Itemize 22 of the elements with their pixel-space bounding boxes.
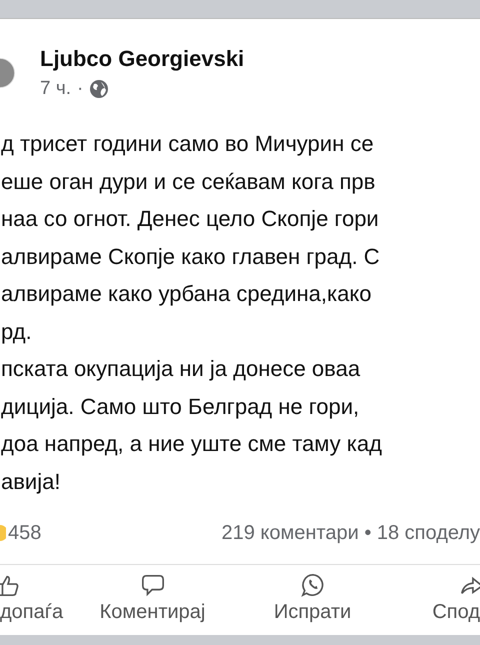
post-text-line: д трисет години само во Мичурин се <box>1 130 375 158</box>
comment-button[interactable]: Коментирај <box>80 565 225 631</box>
post-text-line: пската окупација ни ја донесе оваа <box>1 355 362 383</box>
chat-phone-icon <box>300 572 324 596</box>
send-button[interactable]: Испрати <box>225 565 400 631</box>
globe-icon <box>89 79 110 99</box>
post-text-line: рд. <box>1 318 33 346</box>
post-text-line: алвираме како урбана средина,како <box>1 280 372 308</box>
reaction-count[interactable]: 458 <box>8 522 42 544</box>
post-text-line: алвираме Скопје како главен град. С <box>1 242 381 271</box>
comments-shares-count[interactable]: 219 коментари • 18 споделу <box>221 522 480 544</box>
comment-icon <box>140 572 164 596</box>
post-text-line: авија! <box>1 468 62 496</box>
author-name[interactable]: Ljubco Georgievski <box>40 46 244 72</box>
post-text-line: диција. Само што Белград не гори, <box>1 392 360 421</box>
post-text-line: доа напред, а ние уште сме таму кад <box>1 430 383 458</box>
separator: · <box>77 78 84 100</box>
like-button[interactable]: допаѓа <box>0 565 80 631</box>
post-text-line: еше оган дури и се сеќавам кога прв <box>1 168 376 196</box>
share-button[interactable]: Спод <box>400 565 480 631</box>
post-time[interactable]: 7 ч. <box>40 78 72 100</box>
post-text-line: наа со огнот. Денес цело Скопје гори <box>1 205 380 233</box>
